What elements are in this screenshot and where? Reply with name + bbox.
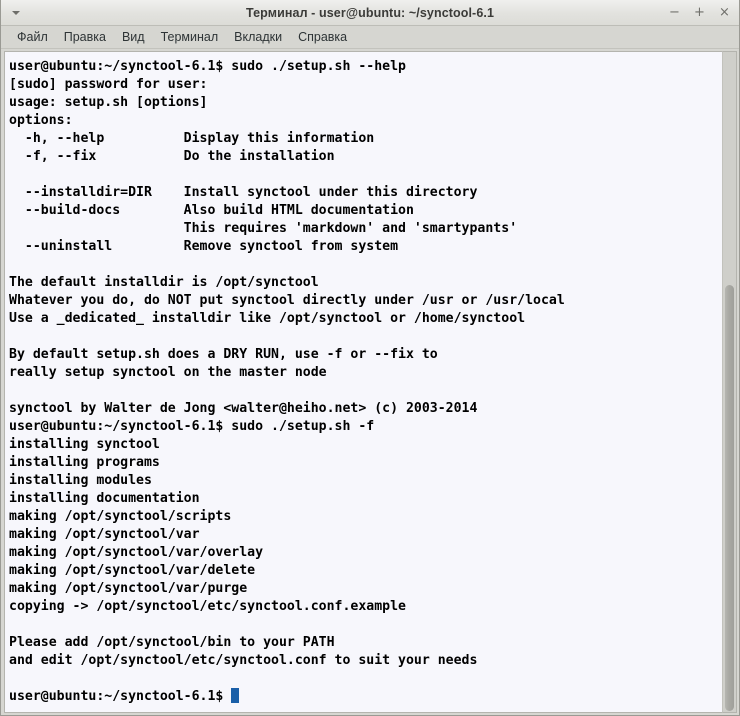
- window-title: Терминал - user@ubuntu: ~/synctool-6.1: [246, 5, 494, 20]
- terminal-line: --installdir=DIR Install synctool under …: [9, 185, 478, 200]
- terminal-line: making /opt/synctool/scripts: [9, 509, 232, 524]
- terminal-line: installing documentation: [9, 491, 200, 506]
- text-cursor: [231, 688, 240, 703]
- terminal-line: copying -> /opt/synctool/etc/synctool.co…: [9, 599, 406, 614]
- maximize-button[interactable]: +: [693, 5, 706, 20]
- window-controls: − + ×: [668, 0, 731, 25]
- terminal-line: user@ubuntu:~/synctool-6.1$ sudo ./setup…: [9, 419, 375, 434]
- close-button[interactable]: ×: [718, 5, 731, 20]
- vertical-scrollbar[interactable]: [722, 51, 737, 713]
- minimize-button[interactable]: −: [668, 5, 681, 20]
- shell-prompt: user@ubuntu:~/synctool-6.1$: [9, 689, 232, 704]
- chevron-down-icon[interactable]: [10, 0, 22, 25]
- menu-item-tabs[interactable]: Вкладки: [226, 28, 290, 46]
- terminal-line: making /opt/synctool/var/overlay: [9, 545, 264, 560]
- terminal-line: options:: [9, 113, 73, 128]
- terminal-line: The default installdir is /opt/synctool: [9, 275, 319, 290]
- terminal-line: installing programs: [9, 455, 160, 470]
- terminal-window: Терминал - user@ubuntu: ~/synctool-6.1 −…: [0, 0, 740, 716]
- menu-item-edit[interactable]: Правка: [56, 28, 114, 46]
- terminal-line: Please add /opt/synctool/bin to your PAT…: [9, 635, 335, 650]
- terminal-prompt-line: user@ubuntu:~/synctool-6.1$: [9, 688, 722, 706]
- terminal-line: -h, --help Display this information: [9, 131, 375, 146]
- terminal-screen[interactable]: user@ubuntu:~/synctool-6.1$ sudo ./setup…: [4, 51, 722, 713]
- scrollbar-thumb[interactable]: [725, 285, 734, 711]
- terminal-line: Whatever you do, do NOT put synctool dir…: [9, 293, 565, 308]
- menu-item-view[interactable]: Вид: [114, 28, 153, 46]
- terminal-line: synctool by Walter de Jong <walter@heiho…: [9, 401, 478, 416]
- terminal-line: --uninstall Remove synctool from system: [9, 239, 399, 254]
- terminal-line: installing synctool: [9, 437, 160, 452]
- terminal-line: [sudo] password for user:: [9, 77, 208, 92]
- terminal-line: user@ubuntu:~/synctool-6.1$ sudo ./setup…: [9, 59, 406, 74]
- terminal-line: installing modules: [9, 473, 152, 488]
- title-bar[interactable]: Терминал - user@ubuntu: ~/synctool-6.1 −…: [1, 0, 739, 26]
- terminal-line: usage: setup.sh [options]: [9, 95, 208, 110]
- menu-item-help[interactable]: Справка: [290, 28, 355, 46]
- menu-item-file[interactable]: Файл: [9, 28, 56, 46]
- terminal-body: user@ubuntu:~/synctool-6.1$ sudo ./setup…: [1, 49, 739, 715]
- menu-bar: Файл Правка Вид Терминал Вкладки Справка: [1, 26, 739, 49]
- terminal-line: Use a _dedicated_ installdir like /opt/s…: [9, 311, 526, 326]
- terminal-line: making /opt/synctool/var: [9, 527, 200, 542]
- terminal-line: By default setup.sh does a DRY RUN, use …: [9, 347, 438, 362]
- terminal-line: --build-docs Also build HTML documentati…: [9, 203, 414, 218]
- terminal-line: This requires 'markdown' and 'smartypant…: [9, 221, 518, 236]
- terminal-line: really setup synctool on the master node: [9, 365, 327, 380]
- terminal-line: -f, --fix Do the installation: [9, 149, 335, 164]
- terminal-line: and edit /opt/synctool/etc/synctool.conf…: [9, 653, 478, 668]
- terminal-output: user@ubuntu:~/synctool-6.1$ sudo ./setup…: [9, 58, 722, 706]
- terminal-line: making /opt/synctool/var/delete: [9, 563, 256, 578]
- terminal-line: making /opt/synctool/var/purge: [9, 581, 248, 596]
- menu-item-terminal[interactable]: Терминал: [153, 28, 227, 46]
